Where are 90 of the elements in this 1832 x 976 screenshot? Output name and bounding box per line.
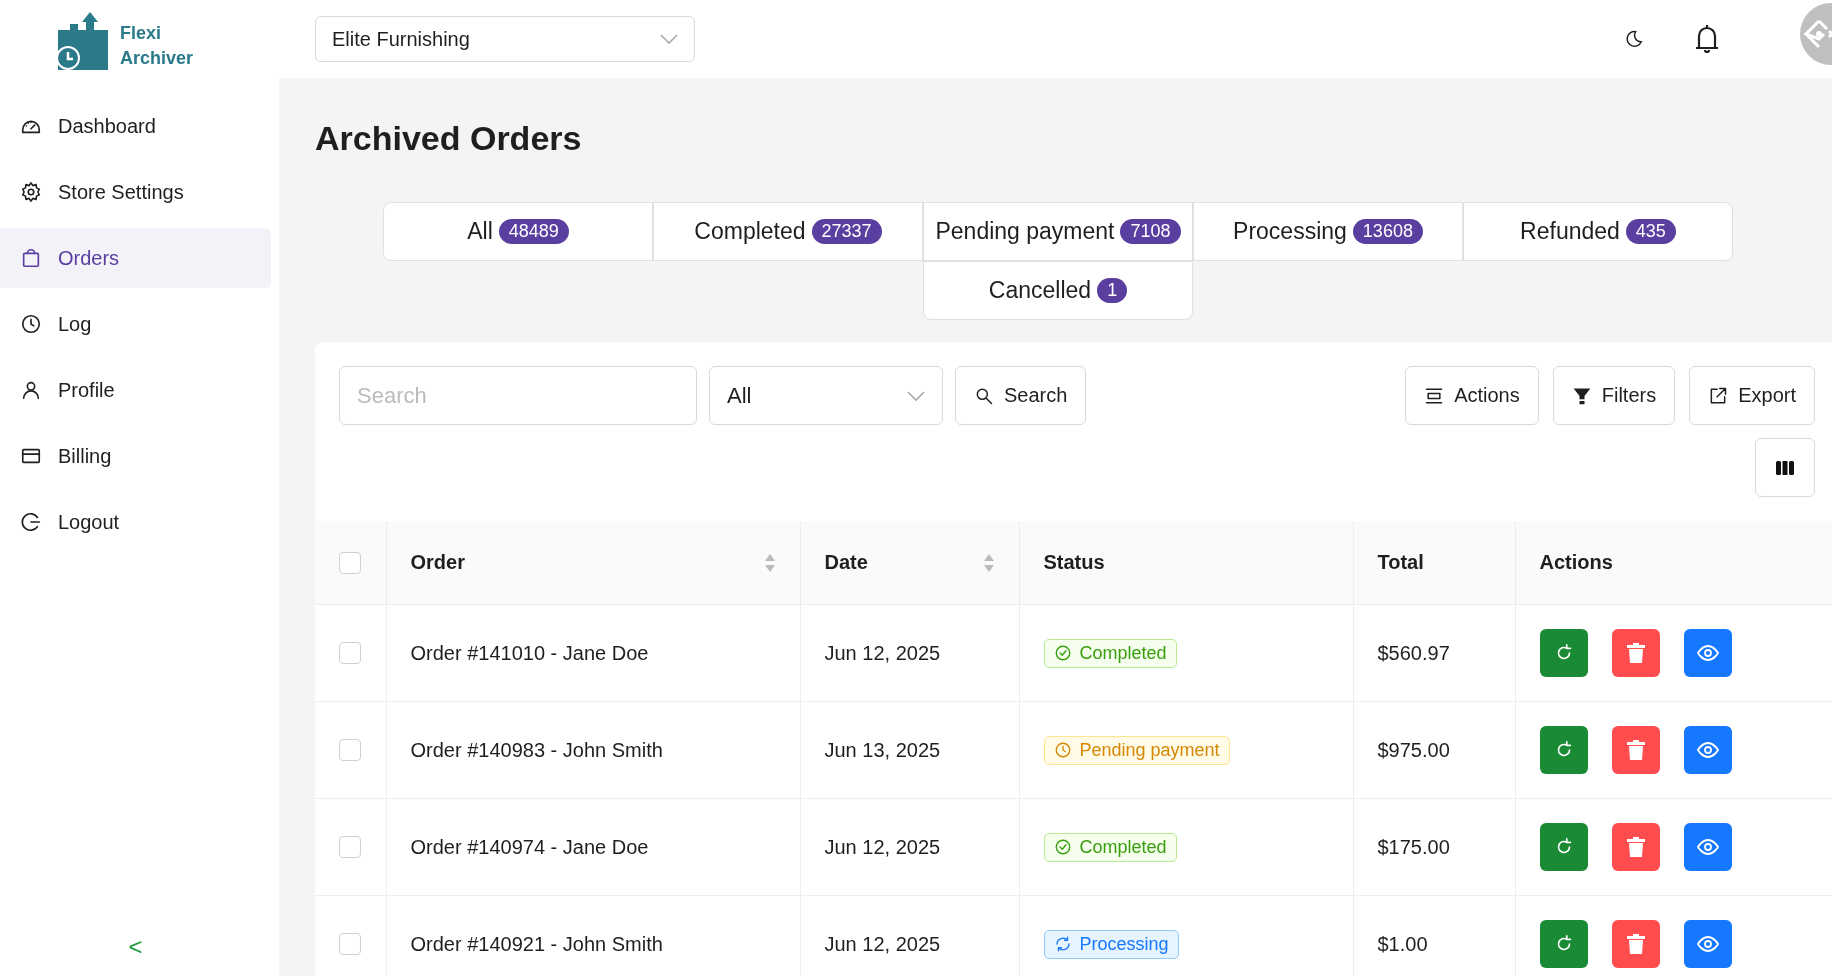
trash-icon xyxy=(1625,642,1646,664)
search-field[interactable]: Search xyxy=(339,366,697,425)
collapse-button[interactable]: < xyxy=(122,932,149,962)
status-tab[interactable]: Cancelled 1 xyxy=(923,261,1193,320)
columns-button[interactable] xyxy=(1755,438,1815,497)
row-checkbox[interactable] xyxy=(339,836,361,858)
count-badge: 27337 xyxy=(811,219,882,244)
bell-icon[interactable] xyxy=(1694,23,1720,55)
status-badge: Completed xyxy=(1043,832,1177,862)
order-name: Order #140974 - Jane Doe xyxy=(410,835,649,858)
user-icon xyxy=(20,379,42,401)
select-all-checkbox[interactable] xyxy=(339,551,361,574)
sync-icon xyxy=(1053,935,1072,953)
status-tab[interactable]: Completed 27337 xyxy=(653,202,923,261)
chevron-down-icon xyxy=(660,33,678,45)
status-badge: Processing xyxy=(1043,929,1179,959)
view-button[interactable] xyxy=(1683,629,1732,677)
check-circle-icon xyxy=(1053,644,1072,662)
sidebar-item[interactable]: Orders xyxy=(0,228,271,288)
order-date: Jun 13, 2025 xyxy=(824,738,941,761)
view-button[interactable] xyxy=(1683,823,1732,871)
order-date: Jun 12, 2025 xyxy=(824,932,941,955)
status-tab[interactable]: All 48489 xyxy=(383,202,653,261)
count-badge: 435 xyxy=(1625,219,1676,244)
trash-icon xyxy=(1625,933,1646,955)
column-header: Date xyxy=(824,551,868,574)
clock-icon xyxy=(1053,741,1072,759)
sidebar-item[interactable]: Logout xyxy=(0,492,271,552)
actions-button[interactable]: Actions xyxy=(1405,366,1539,425)
brand-name: Flexi xyxy=(120,22,163,45)
order-name: Order #140921 - John Smith xyxy=(410,932,663,955)
row-checkbox[interactable] xyxy=(339,739,361,761)
restore-button[interactable] xyxy=(1539,629,1588,677)
trash-icon xyxy=(1625,836,1646,858)
filters-button[interactable]: Filters xyxy=(1552,366,1676,425)
order-name: Order #140983 - John Smith xyxy=(410,738,663,761)
order-total: $175.00 xyxy=(1377,835,1450,858)
status-tab[interactable]: Refunded 435 xyxy=(1463,202,1733,261)
export-icon xyxy=(1708,385,1729,406)
sort-icon[interactable] xyxy=(763,552,776,573)
sidebar-item[interactable]: Profile xyxy=(0,360,271,420)
logout-icon xyxy=(20,511,42,533)
settings-icon xyxy=(20,181,42,203)
clock-icon xyxy=(20,313,42,335)
order-total: $975.00 xyxy=(1377,738,1450,761)
order-name: Order #141010 - Jane Doe xyxy=(410,641,649,664)
count-badge: 48489 xyxy=(498,219,569,244)
shopping-bag-icon xyxy=(20,247,42,269)
count-badge: 1 xyxy=(1097,278,1128,303)
order-total: $560.97 xyxy=(1377,641,1450,664)
columns-icon xyxy=(1776,460,1794,475)
diamond-icon xyxy=(1803,18,1832,50)
restore-button[interactable] xyxy=(1539,920,1588,968)
check-circle-icon xyxy=(1053,838,1072,856)
order-date: Jun 12, 2025 xyxy=(824,641,941,664)
status-tab[interactable]: Pending payment 7108 xyxy=(923,202,1193,261)
sidebar-item[interactable]: Store Settings xyxy=(0,162,271,222)
search-button[interactable]: Search xyxy=(955,366,1087,425)
status-badge: Completed xyxy=(1043,638,1177,668)
sidebar-item[interactable]: Log xyxy=(0,294,271,354)
sidebar-item[interactable]: Dashboard xyxy=(0,96,271,156)
column-header: Actions xyxy=(1539,551,1613,574)
order-date: Jun 12, 2025 xyxy=(824,835,941,858)
page-title: Archived Orders xyxy=(315,118,583,158)
count-badge: 13608 xyxy=(1352,219,1423,244)
sidebar-item[interactable]: Billing xyxy=(0,426,271,486)
status-badge: Pending payment xyxy=(1043,735,1230,765)
delete-button[interactable] xyxy=(1611,823,1660,871)
row-checkbox[interactable] xyxy=(339,642,361,664)
export-button[interactable]: Export xyxy=(1689,366,1815,425)
brand-name: Archiver xyxy=(120,47,194,70)
delete-button[interactable] xyxy=(1611,726,1660,774)
trash-icon xyxy=(1625,739,1646,761)
restore-button[interactable] xyxy=(1539,726,1588,774)
column-header: Total xyxy=(1377,551,1424,574)
status-select[interactable]: All xyxy=(709,366,943,425)
status-tab[interactable]: Processing 13608 xyxy=(1193,202,1463,261)
sort-icon[interactable] xyxy=(982,552,995,573)
chevron-down-icon xyxy=(907,389,925,402)
count-badge: 7108 xyxy=(1120,219,1181,244)
column-header: Status xyxy=(1043,551,1105,574)
delete-button[interactable] xyxy=(1611,629,1660,677)
order-total: $1.00 xyxy=(1377,932,1428,955)
store-select[interactable]: Elite Furnishing xyxy=(315,16,695,62)
row-checkbox[interactable] xyxy=(339,933,361,955)
view-button[interactable] xyxy=(1683,920,1732,968)
column-header: Order xyxy=(410,551,465,574)
view-button[interactable] xyxy=(1683,726,1732,774)
delete-button[interactable] xyxy=(1611,920,1660,968)
restore-button[interactable] xyxy=(1539,823,1588,871)
